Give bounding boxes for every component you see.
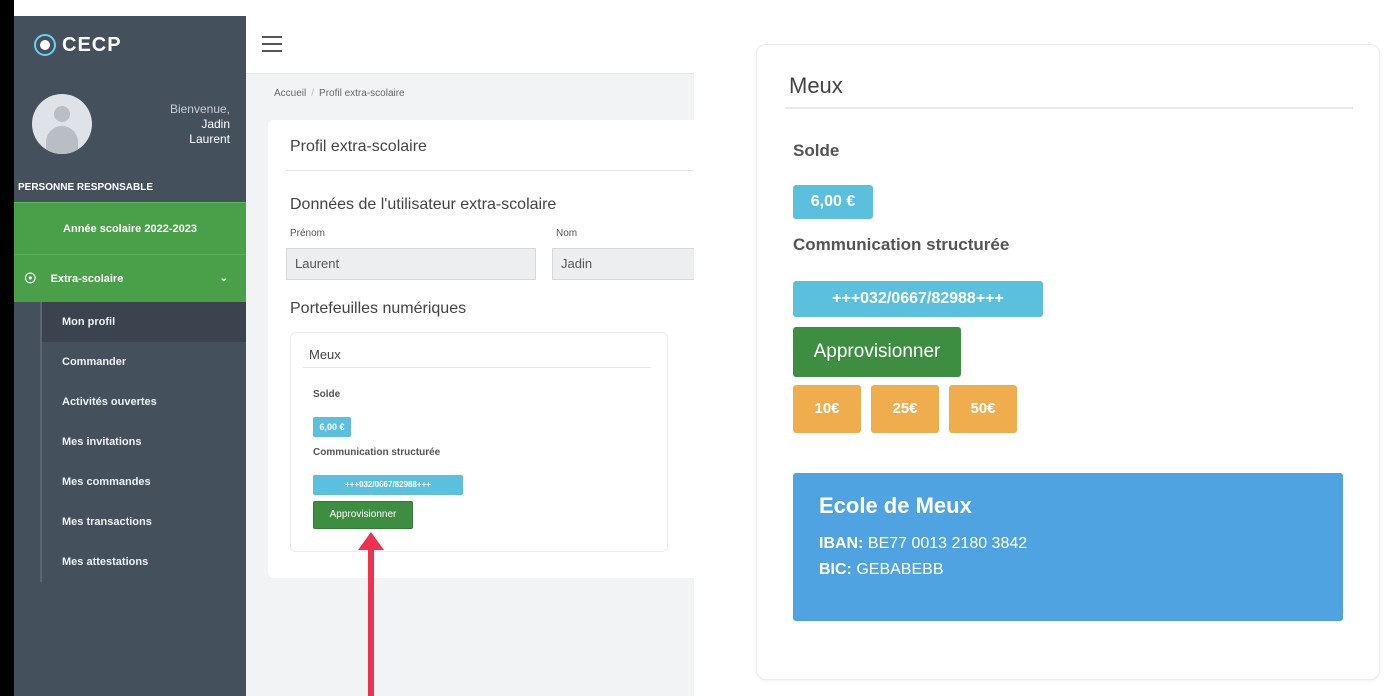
amount-10-button[interactable]: 10€ — [793, 385, 861, 433]
iban-value: BE77 0013 2180 3842 — [867, 535, 1028, 552]
iban-line: IBAN: BE77 0013 2180 3842 — [819, 535, 1317, 553]
sidebar-item-mes-invitations[interactable]: Mes invitations — [42, 422, 246, 462]
sidebar: CECP Bienvenue, Jadin Laurent PERSONNE R… — [14, 16, 246, 696]
app-screenshot: CECP Bienvenue, Jadin Laurent PERSONNE R… — [14, 16, 694, 696]
page-title: Profil extra-scolaire — [290, 138, 427, 155]
topbar — [246, 16, 694, 74]
breadcrumb: Accueil / Profil extra-scolaire — [274, 88, 405, 99]
divider — [785, 107, 1353, 109]
divider — [286, 170, 694, 171]
communication-badge-zoom: +++032/0667/82988+++ — [793, 281, 1043, 317]
first-name-label: Prénom — [290, 228, 326, 239]
last-name-label: Nom — [556, 228, 578, 239]
submenu: Mon profil Commander Activités ouvertes … — [40, 302, 246, 582]
sidebar-item-extra-scolaire[interactable]: ☉ Extra-scolaire ⌄ — [14, 254, 246, 302]
approvisionner-button-zoom[interactable]: Approvisionner — [793, 327, 961, 377]
fork-knife-icon: ☉ — [24, 270, 37, 286]
red-arrow-annotation — [358, 532, 384, 696]
page: CECP Bienvenue, Jadin Laurent PERSONNE R… — [0, 0, 1384, 696]
sidebar-item-mes-transactions[interactable]: Mes transactions — [42, 502, 246, 542]
sidebar-item-mes-attestations[interactable]: Mes attestations — [42, 542, 246, 582]
approvisionner-button[interactable]: Approvisionner — [313, 501, 413, 529]
bank-info-box: Ecole de Meux IBAN: BE77 0013 2180 3842 … — [793, 473, 1343, 621]
user-data-heading: Données de l'utilisateur extra-scolaire — [290, 196, 557, 213]
sidebar-item-mes-commandes[interactable]: Mes commandes — [42, 462, 246, 502]
bic-value: GEBABEBB — [856, 561, 944, 578]
divider — [303, 367, 651, 368]
wallet-zoom-card: Meux Solde 6,00 € Communication structur… — [756, 44, 1380, 680]
balance-badge-zoom: 6,00 € — [793, 185, 873, 219]
user-last-name: Laurent — [189, 131, 230, 146]
sidebar-item-commander[interactable]: Commander — [42, 342, 246, 382]
wallet-card: Meux Solde 6,00 € Communication structur… — [290, 332, 668, 552]
amount-25-button[interactable]: 25€ — [871, 385, 939, 433]
sidebar-item-label: Extra-scolaire — [50, 272, 124, 285]
hamburger-menu-icon[interactable] — [262, 36, 282, 52]
black-edge — [0, 0, 14, 696]
sidebar-item-activites-ouvertes[interactable]: Activités ouvertes — [42, 382, 246, 422]
avatar — [32, 94, 92, 154]
breadcrumb-current: Profil extra-scolaire — [319, 88, 405, 99]
user-first-name: Jadin — [201, 116, 230, 131]
bic-label: BIC: — [819, 561, 852, 578]
chevron-down-icon: ⌄ — [219, 273, 228, 284]
welcome-text: Bienvenue, — [169, 101, 230, 116]
wallets-heading: Portefeuilles numériques — [290, 300, 467, 317]
wallet-name: Meux — [309, 347, 341, 362]
amount-50-button[interactable]: 50€ — [949, 385, 1017, 433]
balance-label-zoom: Solde — [793, 141, 840, 160]
role-label: PERSONNE RESPONSABLE — [18, 182, 154, 193]
logo-icon — [34, 34, 56, 56]
communication-label-zoom: Communication structurée — [793, 235, 1010, 254]
logo-text: CECP — [62, 33, 122, 56]
bank-name: Ecole de Meux — [819, 493, 972, 518]
logo[interactable]: CECP — [14, 16, 246, 74]
balance-label: Solde — [313, 389, 341, 400]
first-name-field[interactable]: Laurent — [286, 248, 536, 280]
last-name-field[interactable]: Jadin — [552, 248, 694, 280]
wallet-name-zoom: Meux — [789, 73, 843, 98]
breadcrumb-home[interactable]: Accueil — [274, 88, 306, 99]
school-year-item[interactable]: Année scolaire 2022-2023 — [14, 202, 246, 254]
user-info: Bienvenue, Jadin Laurent — [110, 102, 230, 147]
communication-label: Communication structurée — [313, 447, 441, 458]
sidebar-item-mon-profil[interactable]: Mon profil — [42, 302, 246, 342]
balance-badge: 6,00 € — [313, 417, 351, 437]
bic-line: BIC: GEBABEBB — [819, 561, 1317, 579]
iban-label: IBAN: — [819, 535, 864, 552]
communication-badge: +++032/0667/82988+++ — [313, 475, 463, 495]
user-box: Bienvenue, Jadin Laurent — [14, 74, 246, 174]
profile-card: Profil extra-scolaire Données de l'utili… — [268, 120, 694, 578]
